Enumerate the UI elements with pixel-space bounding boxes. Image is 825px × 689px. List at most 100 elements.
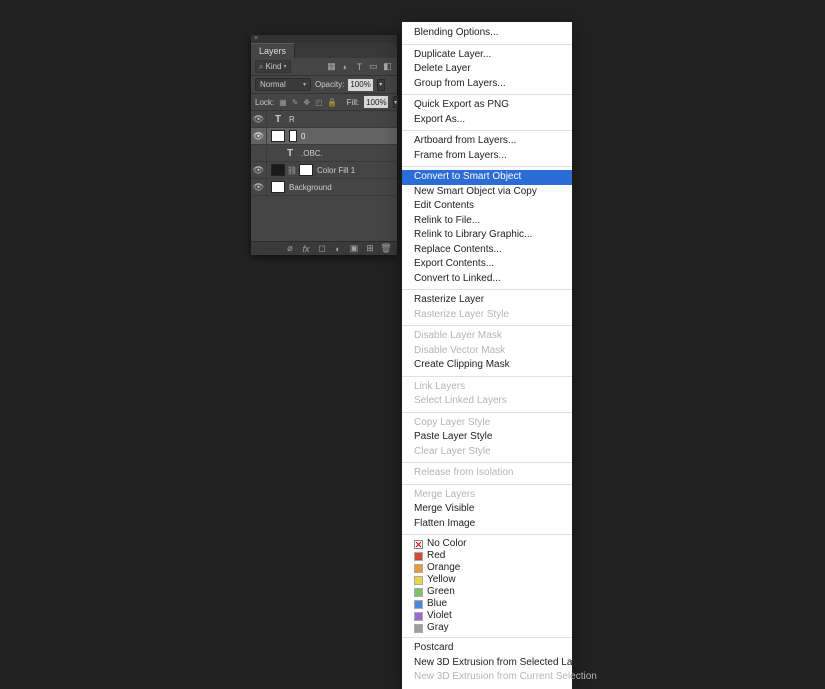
menu-item[interactable]: Export Contents... <box>402 257 572 272</box>
menu-item[interactable]: Edit Contents <box>402 199 572 214</box>
menu-color-item[interactable]: No Color <box>402 538 572 550</box>
layer-mask-thumbnail <box>289 130 297 142</box>
layer-visibility-icon[interactable]: 👁 <box>251 179 267 195</box>
lock-brush-icon[interactable]: ✎ <box>292 98 299 107</box>
menu-item[interactable]: Relink to Library Graphic... <box>402 228 572 243</box>
trash-icon[interactable]: 🗑 <box>381 244 391 254</box>
blend-mode-dropdown[interactable]: Normal ▾ <box>255 78 311 91</box>
panel-close-icon[interactable]: × <box>254 36 258 42</box>
layer-thumbnail <box>271 130 285 142</box>
menu-item[interactable]: Convert to Smart Object <box>402 170 572 185</box>
color-swatch <box>414 576 423 585</box>
layer-row[interactable]: 👁⛓Color Fill 1 <box>251 162 397 179</box>
layer-name: Color Fill 1 <box>317 166 355 175</box>
menu-separator <box>402 534 572 535</box>
menu-item[interactable]: Flatten Image <box>402 517 572 532</box>
menu-item[interactable]: Delete Layer <box>402 62 572 77</box>
filter-type-icon[interactable]: T <box>354 61 365 72</box>
layer-name: R <box>289 115 295 124</box>
menu-item[interactable]: New 3D Extrusion from Selected Layer <box>402 656 572 671</box>
group-icon[interactable]: ▣ <box>349 244 359 254</box>
menu-item[interactable]: Replace Contents... <box>402 243 572 258</box>
fill-label: Fill: <box>347 98 359 107</box>
menu-color-label: Orange <box>427 562 460 574</box>
lock-all-icon[interactable]: 🔒 <box>328 98 337 107</box>
lock-label: Lock: <box>255 98 274 107</box>
menu-color-item[interactable]: Orange <box>402 562 572 574</box>
filter-adjust-icon[interactable]: ◐ <box>340 61 351 72</box>
fx-icon[interactable]: fx <box>301 244 311 254</box>
menu-item[interactable]: Quick Export as PNG <box>402 98 572 113</box>
menu-item: Rasterize Layer Style <box>402 308 572 323</box>
menu-separator <box>402 637 572 638</box>
menu-color-item[interactable]: Green <box>402 586 572 598</box>
menu-item[interactable]: Relink to File... <box>402 214 572 229</box>
menu-color-item[interactable]: Red <box>402 550 572 562</box>
layer-row[interactable]: T.OBC. <box>251 145 397 162</box>
menu-separator <box>402 462 572 463</box>
menu-color-item[interactable]: Blue <box>402 598 572 610</box>
lock-artboard-icon[interactable]: ◰ <box>315 98 323 107</box>
opacity-value: 100% <box>350 80 370 89</box>
color-swatch <box>414 588 423 597</box>
color-swatch <box>414 552 423 561</box>
layer-name: 0 <box>301 132 305 141</box>
layer-filter-row: ⌕ Kind ▾ ▦ ◐ T ▭ ◧ <box>251 58 397 76</box>
menu-item[interactable]: New Smart Object via Copy <box>402 185 572 200</box>
layer-visibility-icon[interactable]: 👁 <box>251 162 267 178</box>
menu-item[interactable]: Paste Layer Style <box>402 430 572 445</box>
adjustment-layer-icon[interactable]: ◐ <box>333 244 343 254</box>
menu-separator <box>402 325 572 326</box>
layer-visibility-icon[interactable]: 👁 <box>251 111 267 127</box>
lock-pixels-icon[interactable]: ▦ <box>279 98 287 107</box>
lock-move-icon[interactable]: ✥ <box>303 98 310 107</box>
filter-image-icon[interactable]: ▦ <box>326 61 337 72</box>
fill-value: 100% <box>366 98 386 107</box>
link-layers-icon[interactable]: ⌀ <box>285 244 295 254</box>
layer-visibility-icon[interactable] <box>251 145 267 161</box>
panel-tab-layers[interactable]: Layers <box>251 43 295 58</box>
menu-separator <box>402 376 572 377</box>
layer-name: .OBC. <box>301 149 323 158</box>
menu-color-item[interactable]: Gray <box>402 622 572 634</box>
opacity-stepper[interactable]: ▾ <box>377 79 385 91</box>
filter-shape-icon[interactable]: ▭ <box>368 61 379 72</box>
menu-color-item[interactable]: Violet <box>402 610 572 622</box>
fill-field[interactable]: 100% <box>364 96 388 108</box>
layer-visibility-icon[interactable]: 👁 <box>251 128 267 144</box>
menu-color-label: Red <box>427 550 445 562</box>
menu-color-label: Gray <box>427 622 449 634</box>
menu-item[interactable]: Frame from Layers... <box>402 149 572 164</box>
layer-list: 👁TR👁0T.OBC.👁⛓Color Fill 1👁Background <box>251 111 397 196</box>
new-layer-icon[interactable]: ⊞ <box>365 244 375 254</box>
layer-row[interactable]: 👁0 <box>251 128 397 145</box>
menu-item[interactable]: Merge Visible <box>402 502 572 517</box>
layer-thumbnail <box>271 181 285 193</box>
menu-separator <box>402 130 572 131</box>
opacity-field[interactable]: 100% <box>348 79 372 91</box>
layer-row[interactable]: 👁TR <box>251 111 397 128</box>
mask-icon[interactable]: ◻ <box>317 244 327 254</box>
layer-row[interactable]: 👁Background <box>251 179 397 196</box>
opacity-label: Opacity: <box>315 80 344 89</box>
menu-item[interactable]: Duplicate Layer... <box>402 48 572 63</box>
blend-mode-value: Normal <box>260 80 286 89</box>
menu-item: Merge Layers <box>402 488 572 503</box>
menu-item[interactable]: Postcard <box>402 641 572 656</box>
filter-kind-dropdown[interactable]: ⌕ Kind ▾ <box>255 60 291 73</box>
menu-item[interactable]: Blending Options... <box>402 26 572 41</box>
blend-opacity-row: Normal ▾ Opacity: 100% ▾ <box>251 76 397 94</box>
color-swatch <box>414 600 423 609</box>
filter-smart-icon[interactable]: ◧ <box>382 61 393 72</box>
menu-item[interactable]: Group from Layers... <box>402 77 572 92</box>
menu-item[interactable]: Create Clipping Mask <box>402 358 572 373</box>
panel-body: ⌕ Kind ▾ ▦ ◐ T ▭ ◧ Normal ▾ Opacity: 100… <box>251 58 397 241</box>
menu-item[interactable]: Export As... <box>402 113 572 128</box>
menu-item[interactable]: Rasterize Layer <box>402 293 572 308</box>
menu-item[interactable]: Artboard from Layers... <box>402 134 572 149</box>
fill-stepper[interactable]: ▾ <box>393 96 398 108</box>
menu-item: Disable Vector Mask <box>402 344 572 359</box>
menu-separator <box>402 94 572 95</box>
menu-color-item[interactable]: Yellow <box>402 574 572 586</box>
menu-item[interactable]: Convert to Linked... <box>402 272 572 287</box>
